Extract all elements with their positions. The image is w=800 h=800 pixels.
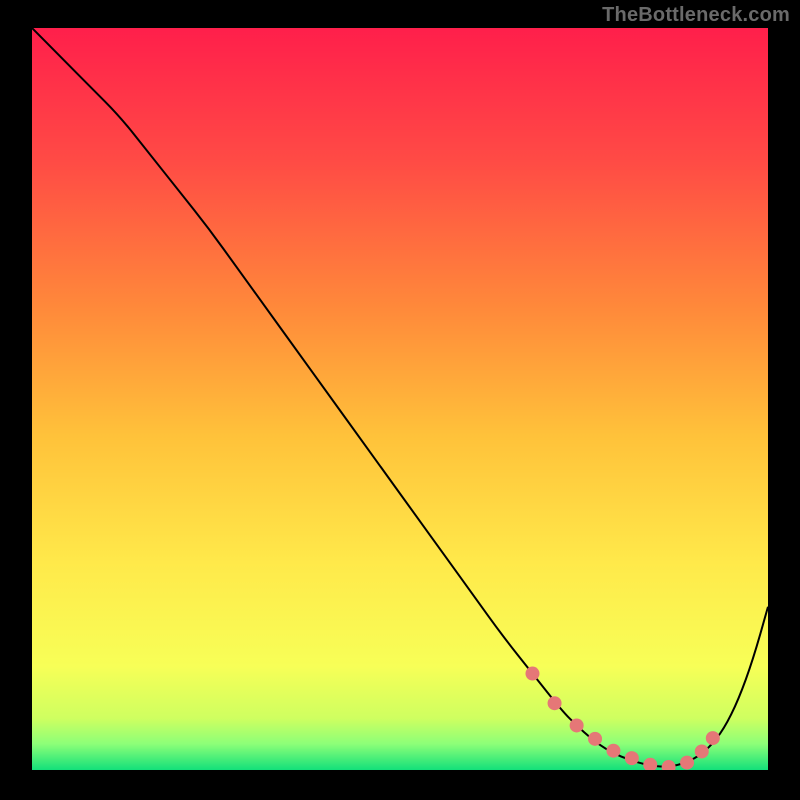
marker-dot <box>643 758 657 772</box>
marker-dot <box>695 744 709 758</box>
marker-dot <box>548 696 562 710</box>
marker-dot <box>662 760 676 774</box>
marker-dot <box>706 731 720 745</box>
marker-dot <box>680 756 694 770</box>
watermark-text: TheBottleneck.com <box>602 4 790 27</box>
bottleneck-chart <box>0 0 800 800</box>
plot-area <box>32 28 768 770</box>
marker-dot <box>588 732 602 746</box>
marker-dot <box>570 718 584 732</box>
chart-stage: TheBottleneck.com <box>0 0 800 800</box>
marker-dot <box>525 667 539 681</box>
marker-dot <box>625 751 639 765</box>
marker-dot <box>606 744 620 758</box>
